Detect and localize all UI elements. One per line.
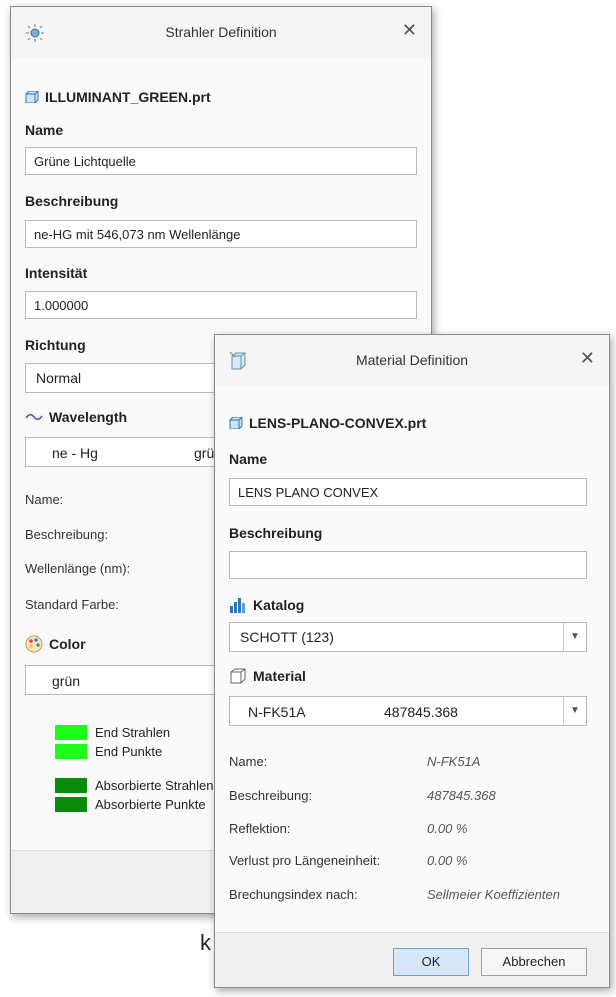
katalog-label: Katalog (253, 597, 305, 613)
richtung-value: Normal (36, 370, 82, 386)
info-label: Name: (229, 754, 268, 769)
material-footer: OK Abbrechen (215, 932, 609, 987)
name-field[interactable] (25, 147, 417, 175)
info-value: Sellmeier Koeffizienten (427, 887, 560, 902)
katalog-value: SCHOTT (123) (240, 629, 334, 645)
beschreibung-field[interactable] (229, 551, 587, 579)
legend-label: End Strahlen (95, 725, 171, 740)
dialog-title: Material Definition (355, 352, 469, 368)
katalog-select[interactable]: SCHOTT (123) ▼ (229, 622, 587, 652)
color-section: Color (25, 635, 86, 653)
legend-label: Absorbierte Strahlen (95, 778, 214, 793)
info-label: Verlust pro Längeneinheit: (229, 853, 381, 868)
chevron-down-icon[interactable]: ▼ (563, 697, 586, 725)
chevron-down-icon[interactable]: ▼ (563, 623, 586, 651)
close-button[interactable]: ✕ (402, 20, 417, 41)
info-beschreibung-label: Beschreibung: (25, 527, 109, 542)
info-wellenlaenge-label: Wellenlänge (nm): (25, 561, 131, 576)
material-dialog: Material Definition ✕ LENS-PLANO-CONVEX.… (214, 334, 610, 988)
wave-icon (25, 413, 43, 421)
dialog-title: Strahler Definition (165, 24, 277, 40)
intensitaet-label: Intensität (25, 265, 88, 281)
info-value: 0.00 % (427, 821, 468, 836)
legend-swatch (55, 797, 87, 812)
legend-item: End Punkte (55, 744, 162, 759)
info-label: Beschreibung: (229, 788, 313, 803)
info-label: Brechungsindex nach: (229, 887, 358, 902)
part-icon (229, 417, 243, 429)
richtung-label: Richtung (25, 337, 86, 353)
legend-label: End Punkte (95, 744, 163, 759)
color-label: Color (49, 636, 86, 652)
part-name: LENS-PLANO-CONVEX.prt (249, 415, 427, 431)
material-code: 487845.368 (384, 704, 458, 720)
ok-button[interactable]: OK (393, 948, 469, 976)
material-label: Material (253, 668, 306, 684)
beschreibung-label: Beschreibung (229, 525, 323, 541)
info-label: Reflektion: (229, 821, 291, 836)
legend-item: Absorbierte Punkte (55, 797, 206, 812)
legend-swatch (55, 725, 87, 740)
background-text-fragment: k (200, 930, 211, 955)
name-label: Name (25, 122, 64, 138)
legend-swatch (55, 744, 87, 759)
info-standard-farbe-label: Standard Farbe: (25, 597, 119, 612)
material-select[interactable]: N-FK51A 487845.368 ▼ (229, 696, 587, 726)
color-value: grün (52, 673, 81, 689)
wavelength-label: Wavelength (49, 409, 128, 425)
info-value: 0.00 % (427, 853, 468, 868)
beschreibung-label: Beschreibung (25, 193, 119, 209)
info-value: N-FK51A (427, 754, 481, 769)
abbrechen-button[interactable]: Abbrechen (481, 948, 587, 976)
wavelength-line: ne - Hg (52, 445, 98, 461)
material-name: N-FK51A (248, 704, 306, 720)
wavelength-section: Wavelength (25, 409, 127, 425)
name-field[interactable] (229, 478, 587, 506)
info-name-label: Name: (25, 492, 64, 507)
bar-chart-icon (230, 598, 245, 613)
cube-icon (230, 668, 246, 684)
material-titlebar: Material Definition ✕ (215, 335, 609, 387)
legend-item: End Strahlen (55, 725, 170, 740)
name-label: Name (229, 451, 268, 467)
legend-label: Absorbierte Punkte (95, 797, 206, 812)
legend-swatch (55, 778, 87, 793)
material-section: Material (229, 668, 306, 684)
strahler-titlebar: Strahler Definition ✕ (11, 7, 431, 59)
beschreibung-field[interactable] (25, 220, 417, 248)
part-header: ILLUMINANT_GREEN.prt (25, 89, 211, 105)
part-name: ILLUMINANT_GREEN.prt (45, 89, 211, 105)
palette-icon (25, 635, 43, 653)
intensitaet-field[interactable] (25, 291, 417, 319)
katalog-section: Katalog (229, 597, 304, 613)
part-header: LENS-PLANO-CONVEX.prt (229, 415, 426, 431)
info-value: 487845.368 (427, 788, 496, 803)
part-icon (25, 91, 39, 103)
close-button[interactable]: ✕ (580, 348, 595, 369)
legend-item: Absorbierte Strahlen (55, 778, 214, 793)
